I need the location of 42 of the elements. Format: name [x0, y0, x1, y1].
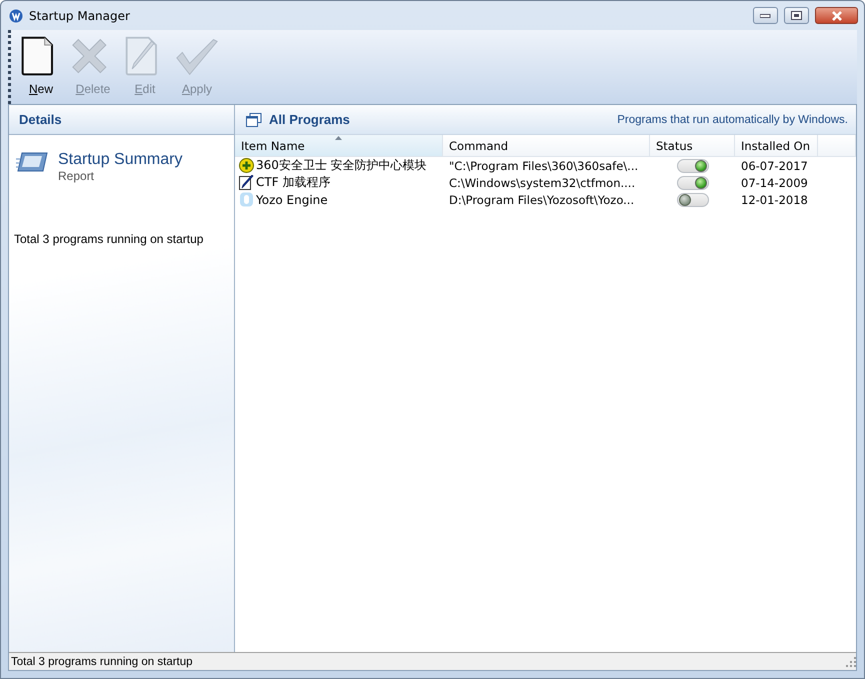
maximize-button[interactable]	[784, 7, 809, 24]
status-toggle[interactable]	[677, 158, 709, 172]
app-icon	[9, 8, 23, 22]
minimize-icon	[760, 14, 771, 18]
table-cell-text: D:\Program Files\Yozosoft\Yozo...	[448, 192, 636, 208]
table-cell-text: "C:\Program Files\360\360safe\...	[448, 158, 640, 174]
table-cell[interactable]: CTF 加载程序	[235, 174, 443, 191]
list-heading: All Programs	[269, 112, 350, 127]
monitor-icon	[16, 151, 48, 173]
column-header[interactable]: Status	[650, 135, 735, 157]
summary-text: Total 3 programs running on startup	[13, 231, 204, 246]
summary-subtitle: Report	[58, 169, 96, 183]
panel-heading: Details	[9, 105, 234, 135]
column-header[interactable]: Command	[443, 135, 650, 157]
table-cell-text: 07-14-2009	[740, 174, 809, 191]
close-icon	[830, 10, 844, 20]
plus-shield-icon	[239, 158, 254, 173]
status-text: Total 3 programs running on startup	[11, 656, 193, 668]
windows-stack-icon	[246, 112, 262, 126]
maximize-icon	[791, 11, 802, 20]
column-header[interactable]: Item Name	[235, 135, 443, 157]
table-cell[interactable]: 360安全卫士 安全防护中心模块	[235, 157, 443, 174]
status-toggle[interactable]	[677, 176, 709, 190]
summary-title[interactable]: Startup Summary	[58, 151, 182, 169]
table-cell-text: C:\Windows\system32\ctfmon....	[448, 174, 636, 191]
minimize-button[interactable]	[753, 7, 778, 24]
toolbar-button[interactable]: New	[17, 32, 65, 102]
table-cell[interactable]: Yozo Engine	[235, 191, 443, 208]
close-button[interactable]	[815, 7, 858, 24]
table-cell-text: 12-01-2018	[740, 192, 809, 208]
window-title: Startup Manager	[29, 8, 130, 22]
item-name: 360安全卫士 安全防护中心模块	[256, 157, 427, 174]
item-name: Yozo Engine	[256, 192, 328, 206]
table-cell-text: 06-07-2017	[740, 158, 809, 174]
capsule-icon	[239, 192, 254, 207]
pen-note-icon	[239, 175, 254, 190]
status-toggle[interactable]	[677, 192, 709, 206]
resize-grip-icon[interactable]	[846, 656, 856, 666]
column-header[interactable]: Installed On	[735, 135, 818, 157]
item-name: CTF 加载程序	[256, 174, 330, 191]
sort-arrow-icon	[335, 136, 342, 140]
list-description: Programs that run automatically by Windows.	[617, 114, 848, 126]
